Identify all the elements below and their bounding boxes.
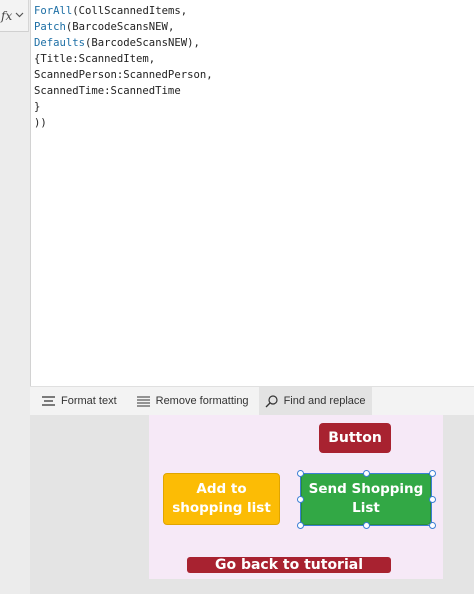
remove-formatting-button[interactable]: Remove formatting: [131, 387, 255, 415]
resize-handle[interactable]: [297, 470, 304, 477]
resize-handle[interactable]: [363, 470, 370, 477]
remove-formatting-icon: [136, 395, 150, 407]
app-canvas-screen: Button Add to shopping list Send Shoppin…: [149, 415, 443, 579]
remove-formatting-label: Remove formatting: [155, 395, 249, 407]
resize-handle[interactable]: [363, 522, 370, 529]
left-panel-strip: [0, 0, 30, 594]
add-to-shopping-list-button[interactable]: Add to shopping list: [163, 473, 280, 525]
format-text-button[interactable]: Format text: [36, 387, 123, 415]
button-control[interactable]: Button: [319, 423, 391, 453]
formula-property-selector[interactable]: fx: [0, 0, 29, 32]
search-icon: [265, 394, 278, 407]
code-line: {Title:ScannedItem,: [34, 53, 156, 65]
find-replace-button[interactable]: Find and replace: [258, 387, 372, 415]
resize-handle[interactable]: [297, 496, 304, 503]
code-line: ScannedPerson:ScannedPerson,: [34, 69, 213, 81]
code-line: ScannedTime:ScannedTime: [34, 85, 181, 97]
resize-handle[interactable]: [429, 470, 436, 477]
code-line: Patch(BarcodeScansNEW,: [34, 21, 175, 33]
go-back-to-tutorial-button[interactable]: Go back to tutorial: [187, 557, 391, 573]
code-line: Defaults(BarcodeScansNEW),: [34, 37, 200, 49]
formula-editor[interactable]: ForAll(CollScannedItems, Patch(BarcodeSc…: [30, 0, 474, 386]
format-text-icon: [42, 396, 55, 406]
resize-handle[interactable]: [297, 522, 304, 529]
chevron-down-icon[interactable]: [15, 10, 24, 21]
resize-handle[interactable]: [429, 522, 436, 529]
format-text-label: Format text: [61, 395, 117, 407]
selection-frame: [300, 473, 432, 526]
find-replace-label: Find and replace: [283, 395, 366, 407]
formula-code[interactable]: ForAll(CollScannedItems, Patch(BarcodeSc…: [34, 3, 213, 131]
formula-toolbar: Format text Remove formatting Find and r…: [30, 386, 474, 415]
resize-handle[interactable]: [429, 496, 436, 503]
fx-icon: fx: [1, 8, 13, 23]
code-line: }: [34, 101, 41, 113]
code-line: ForAll(CollScannedItems,: [34, 5, 188, 17]
code-line: )): [34, 117, 47, 129]
